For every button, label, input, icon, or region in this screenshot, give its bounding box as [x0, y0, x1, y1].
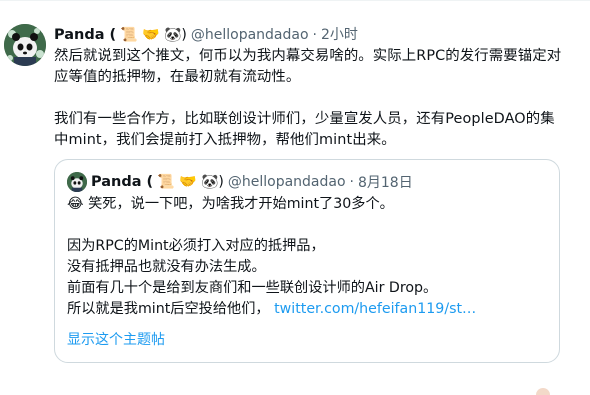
quote-author-handle[interactable]: @hellopandadao [228, 174, 346, 190]
avatar[interactable] [4, 24, 46, 66]
quote-link[interactable]: twitter.com/hefeifan119/st… [274, 301, 476, 317]
quote-line-text: 所以就是我mint后空投给他们， [67, 301, 270, 317]
quote-author-name[interactable]: Panda ( [91, 174, 153, 190]
tweet-time[interactable]: 2小时 [321, 25, 358, 45]
reaction-icon[interactable] [536, 388, 550, 395]
quote-date[interactable]: 8月18日 [358, 172, 413, 192]
tweet-paragraph: 然后就说到这个推文，何币以为我内幕交易啥的。实际上RPC的发行需要锚定对应等值的… [54, 48, 562, 85]
quote-line: 因为RPC的Mint必须打入对应的抵押品， [67, 238, 325, 254]
tweet-paragraph: 我们有一些合作方，比如联创设计师们，少量宣发人员，还有PeopleDAO的集中m… [54, 111, 555, 148]
quote-line: 没有抵押品也就没有办法生成。 [67, 259, 266, 275]
panda-avatar-icon [4, 24, 46, 66]
quote-last-line: 所以就是我mint后空投给他们， twitter.com/hefeifan119… [67, 299, 553, 320]
quote-blank-line [67, 215, 553, 236]
panda-avatar-icon [67, 172, 87, 192]
quote-text: 😂 笑死，说一下吧，为啥我才开始mint了30多个。 因为RPC的Mint必须打… [67, 194, 553, 320]
author-emoji: 📜 🤝 🐼) [120, 27, 187, 43]
show-thread-link[interactable]: 显示这个主题帖 [67, 330, 165, 350]
tweet-text: 然后就说到这个推文，何币以为我内幕交易啥的。实际上RPC的发行需要锚定对应等值的… [54, 46, 564, 172]
author-name[interactable]: Panda ( [54, 25, 116, 45]
quote-author-emoji: 📜 🤝 🐼) [157, 174, 224, 190]
author-handle[interactable]: @hellopandadao [191, 25, 309, 45]
quote-line: 😂 笑死，说一下吧，为啥我才开始mint了30多个。 [67, 196, 394, 212]
tweet-header: Panda ( 📜 🤝 🐼) @hellopandadao · 2小时 [54, 24, 358, 46]
separator-dot: · [349, 174, 354, 190]
quote-line: 前面有几十个是给到友商们和一些联创设计师的Air Drop。 [67, 280, 438, 296]
tweet[interactable]: Panda ( 📜 🤝 🐼) @hellopandadao · 2小时 然后就说… [0, 0, 590, 395]
separator-dot: · [312, 27, 317, 43]
quoted-tweet[interactable]: Panda ( 📜 🤝 🐼) @hellopandadao · 8月18日 😂 … [54, 159, 560, 363]
quote-header: Panda ( 📜 🤝 🐼) @hellopandadao · 8月18日 [91, 172, 413, 192]
quote-avatar[interactable] [67, 172, 87, 192]
divider [0, 0, 590, 1]
